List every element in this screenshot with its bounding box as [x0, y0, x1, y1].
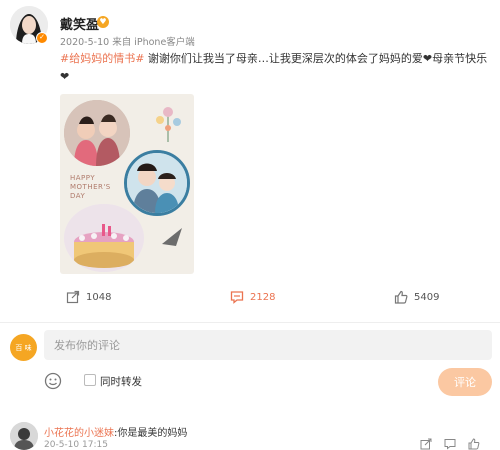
reply-icon[interactable]: [444, 438, 456, 450]
post-image[interactable]: HAPPY MOTHER'S DAY: [60, 94, 194, 274]
thumbs-up-icon[interactable]: [468, 438, 480, 450]
thumbs-up-icon: [394, 290, 408, 304]
leaf-decoration-icon: [162, 228, 182, 246]
photo-children: [64, 100, 130, 166]
photo-cake: [64, 204, 144, 272]
photo-family: [124, 150, 190, 216]
divider: [0, 322, 500, 323]
comment-button[interactable]: 2128: [230, 290, 275, 304]
comment-text: 小花花的小迷妹:你是最美的妈妈: [44, 424, 187, 439]
comment-body: :你是最美的妈妈: [114, 428, 188, 439]
post-date: 2020-5-10: [60, 37, 110, 48]
comment-icon: [230, 291, 244, 304]
like-count: 5409: [414, 291, 440, 303]
repost-count: 1048: [86, 291, 112, 303]
comment-input[interactable]: [44, 330, 492, 360]
commenter-avatar[interactable]: [10, 422, 38, 450]
share-icon: [66, 290, 80, 304]
emoji-icon[interactable]: [44, 372, 62, 390]
member-badge-icon: ♥: [97, 16, 109, 28]
verified-icon: ✓: [36, 32, 48, 44]
repost-button[interactable]: 1048: [66, 290, 111, 304]
repost-label: 同时转发: [100, 376, 142, 388]
hashtag-link[interactable]: #给妈妈的情书#: [60, 52, 144, 65]
image-caption: HAPPY MOTHER'S DAY: [70, 174, 111, 200]
comment-time: 20-5-10 17:15: [44, 440, 108, 450]
post-text: #给妈妈的情书# 谢谢你们让我当了母亲…让我更深层次的体会了妈妈的爱❤母亲节快乐…: [60, 50, 496, 86]
repost-checkbox[interactable]: [84, 374, 96, 386]
share-icon[interactable]: [420, 438, 432, 450]
comment-count: 2128: [250, 291, 276, 303]
flower-decoration-icon: [156, 107, 181, 142]
submit-comment-button[interactable]: 评论: [438, 368, 492, 396]
my-avatar[interactable]: 百 味: [10, 334, 37, 361]
commenter-name[interactable]: 小花花的小迷妹: [44, 428, 114, 439]
post-source: 来自 iPhone客户端: [112, 37, 195, 48]
like-button[interactable]: 5409: [394, 290, 439, 304]
author-name[interactable]: 戴笑盈: [60, 14, 99, 33]
post-meta: 2020-5-10 来自 iPhone客户端: [60, 34, 195, 48]
